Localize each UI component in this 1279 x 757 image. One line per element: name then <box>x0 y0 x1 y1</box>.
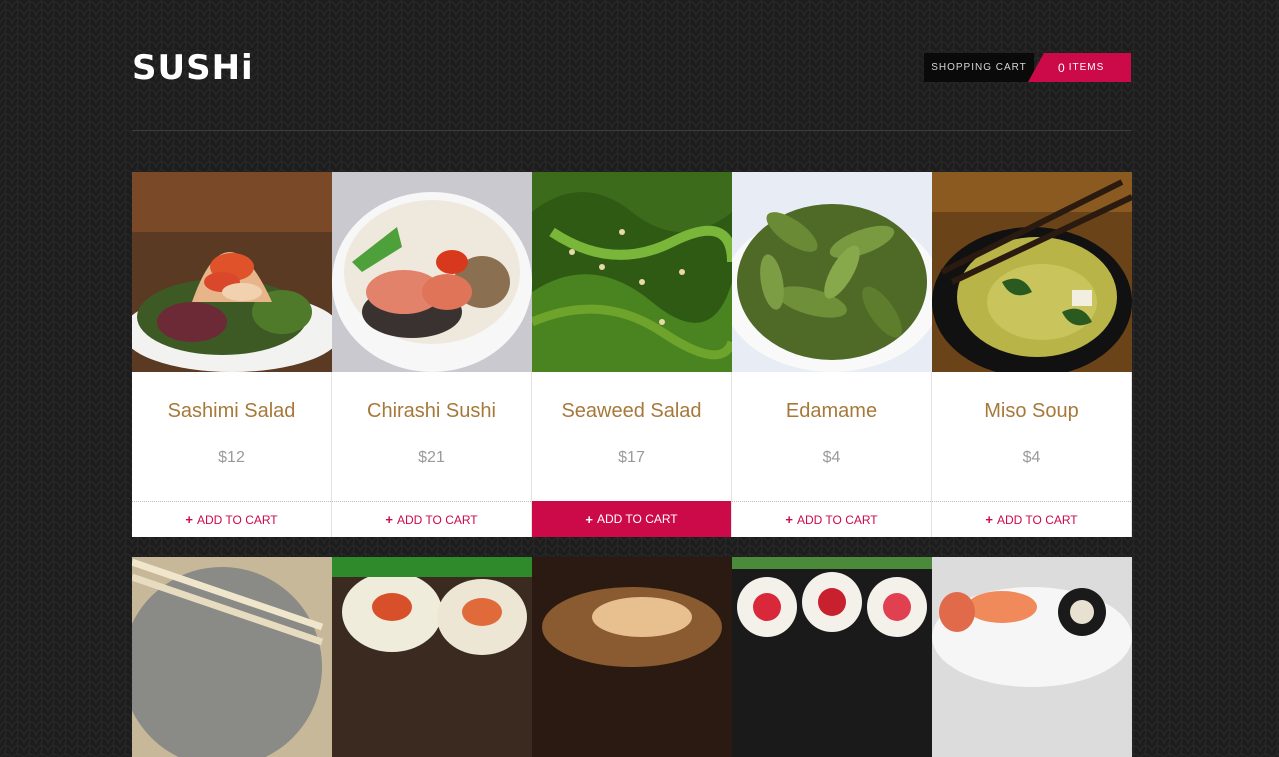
chirashi-sushi-photo[interactable] <box>332 172 532 372</box>
add-to-cart-button[interactable]: + Add to Cart <box>332 501 531 537</box>
cart-count: 0 <box>1058 60 1065 75</box>
sashimi-salad-photo[interactable] <box>132 172 332 372</box>
product-card: Sashimi Salad $12 + Add to Cart <box>132 172 332 537</box>
product-price: $12 <box>218 449 245 466</box>
product-price: $4 <box>1022 449 1041 466</box>
add-to-cart-button[interactable]: + Add to Cart <box>532 501 731 537</box>
product-card <box>732 557 932 757</box>
add-to-cart-button[interactable]: + Add to Cart <box>732 501 931 537</box>
product-card <box>332 557 532 757</box>
plus-icon: + <box>785 512 793 527</box>
add-to-cart-button[interactable]: + Add to Cart <box>932 501 1131 537</box>
plus-icon: + <box>585 511 593 527</box>
product-photo[interactable] <box>332 557 532 757</box>
plus-icon: + <box>985 512 993 527</box>
product-name[interactable]: Chirashi Sushi <box>332 400 531 424</box>
add-to-cart-label: Add to Cart <box>596 512 678 526</box>
add-to-cart-label: Add to Cart <box>796 512 878 527</box>
add-to-cart-label: Add to Cart <box>196 512 278 527</box>
cart-items-badge[interactable]: 0 Items <box>1028 53 1131 82</box>
seaweed-salad-photo[interactable] <box>532 172 732 372</box>
cart-items-label: Items <box>1068 62 1105 73</box>
product-name[interactable]: Edamame <box>732 400 931 424</box>
plus-icon: + <box>385 512 393 527</box>
shopping-cart-widget[interactable]: Shopping Cart 0 Items <box>924 53 1131 82</box>
product-name[interactable]: Sashimi Salad <box>132 400 331 424</box>
product-photo[interactable] <box>532 557 732 757</box>
add-to-cart-label: Add to Cart <box>996 512 1078 527</box>
product-photo[interactable] <box>132 557 332 757</box>
shopping-cart-label[interactable]: Shopping Cart <box>924 53 1034 82</box>
edamame-photo[interactable] <box>732 172 932 372</box>
add-to-cart-button[interactable]: + Add to Cart <box>132 501 331 537</box>
product-price: $21 <box>418 449 445 466</box>
product-photo[interactable] <box>932 557 1132 757</box>
header-divider <box>132 130 1131 131</box>
plus-icon: + <box>185 512 193 527</box>
product-card <box>532 557 732 757</box>
product-card: Chirashi Sushi $21 + Add to Cart <box>332 172 532 537</box>
product-card <box>132 557 332 757</box>
product-photo[interactable] <box>732 557 932 757</box>
miso-soup-photo[interactable] <box>932 172 1132 372</box>
product-price: $4 <box>822 449 841 466</box>
product-card: Seaweed Salad $17 + Add to Cart <box>532 172 732 537</box>
product-name[interactable]: Seaweed Salad <box>532 400 731 424</box>
brand-logo[interactable]: SUSHi <box>132 50 254 86</box>
product-grid: Sashimi Salad $12 + Add to Cart Chirashi… <box>132 172 1132 757</box>
product-card: Edamame $4 + Add to Cart <box>732 172 932 537</box>
product-name[interactable]: Miso Soup <box>932 400 1131 424</box>
product-card: Miso Soup $4 + Add to Cart <box>932 172 1132 537</box>
product-card <box>932 557 1132 757</box>
product-price: $17 <box>618 449 645 466</box>
add-to-cart-label: Add to Cart <box>396 512 478 527</box>
